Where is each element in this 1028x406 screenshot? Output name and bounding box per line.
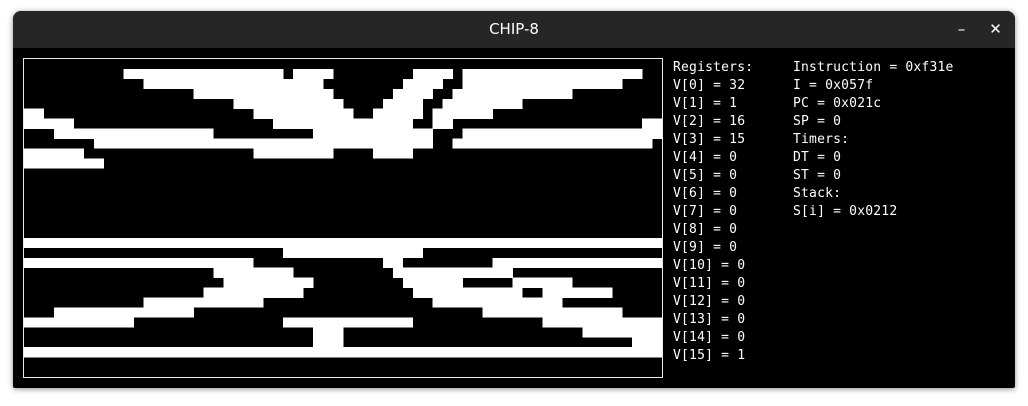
register-v14: V[14] = 0	[673, 330, 746, 345]
timers-heading: Timers:	[793, 132, 850, 147]
pixel-run	[24, 108, 45, 119]
pixel-run	[632, 337, 662, 348]
pixel-run	[53, 128, 214, 139]
close-icon: ✕	[989, 20, 1002, 38]
pixel-run	[542, 317, 662, 328]
pixel-run	[452, 88, 573, 100]
pixel-run	[582, 327, 662, 338]
registers-panel: Registers: V[0] = 32 V[1] = 1 V[2] = 16 …	[673, 59, 753, 365]
pixel-run	[143, 78, 324, 90]
pixel-run	[24, 257, 254, 268]
pixel-run	[392, 88, 434, 100]
pixel-run	[382, 257, 404, 268]
register-v6: V[6] = 0	[673, 186, 738, 201]
pixel-run	[233, 98, 344, 109]
pixel-run	[432, 297, 563, 308]
pixel-run	[283, 317, 414, 328]
pixel-run	[512, 277, 573, 288]
pixel-run	[193, 88, 334, 100]
pixel-run	[432, 118, 453, 129]
registers-heading: Registers:	[673, 60, 754, 75]
register-v4: V[4] = 0	[673, 150, 738, 165]
register-v5: V[5] = 0	[673, 168, 738, 183]
display-frame	[23, 58, 663, 378]
pixel-run	[452, 138, 653, 149]
index-register: I = 0x057f	[793, 78, 874, 93]
pixel-run	[253, 108, 354, 119]
program-counter: PC = 0x021c	[793, 96, 882, 111]
register-v1: V[1] = 1	[673, 96, 738, 111]
register-v11: V[11] = 0	[673, 276, 746, 291]
pixel-run	[313, 327, 344, 338]
sound-timer: ST = 0	[793, 168, 842, 183]
stack-entry: S[i] = 0x0212	[793, 204, 898, 219]
pixel-run	[432, 108, 493, 119]
pixel-run	[402, 277, 463, 288]
pixel-run	[462, 78, 623, 90]
register-v2: V[2] = 16	[673, 114, 746, 129]
pixel-run	[223, 277, 314, 288]
pixel-run	[542, 287, 613, 298]
pixel-run	[24, 118, 75, 129]
minimize-button[interactable]: –	[949, 17, 974, 42]
pixel-run	[313, 128, 434, 139]
pixel-run	[24, 237, 662, 249]
pixel-run	[462, 128, 662, 139]
register-v7: V[7] = 0	[673, 204, 738, 219]
pixel-run	[482, 307, 623, 318]
emulator-window: CHIP-8 – ✕ Registers: V[0] = 32 V[1] = 1…	[13, 11, 1015, 388]
pixel-run	[24, 347, 662, 358]
register-v15: V[15] = 1	[673, 348, 746, 363]
pixel-run	[462, 68, 643, 80]
pixel-run	[492, 257, 662, 268]
register-v9: V[9] = 0	[673, 240, 738, 255]
close-button[interactable]: ✕	[983, 17, 1008, 42]
delay-timer: DT = 0	[793, 150, 842, 165]
pixel-run	[253, 148, 334, 159]
register-v3: V[3] = 15	[673, 132, 746, 147]
pixel-run	[382, 98, 424, 109]
instruction-readout: Instruction = 0xf31e	[793, 60, 954, 75]
register-v13: V[13] = 0	[673, 312, 746, 327]
window-title: CHIP-8	[489, 20, 539, 38]
pixel-run	[24, 148, 85, 159]
pixel-run	[273, 118, 414, 129]
register-v10: V[10] = 0	[673, 258, 746, 273]
pixel-run	[283, 247, 424, 259]
pixel-run	[392, 267, 513, 278]
pixel-run	[412, 68, 453, 80]
pixel-run	[412, 287, 523, 298]
pixel-run	[24, 317, 134, 328]
pixel-run	[402, 78, 443, 90]
pixel-run	[143, 297, 264, 308]
register-v0: V[0] = 32	[673, 78, 746, 93]
pixel-run	[203, 287, 304, 298]
chip8-display	[24, 59, 662, 377]
minimize-icon: –	[957, 20, 966, 38]
pixel-run	[123, 68, 284, 80]
stack-heading: Stack:	[793, 186, 842, 201]
register-v12: V[12] = 0	[673, 294, 746, 309]
pixel-run	[293, 68, 334, 80]
pixel-run	[213, 267, 294, 278]
title-bar[interactable]: CHIP-8 – ✕	[13, 11, 1015, 48]
pixel-run	[442, 98, 523, 109]
state-panel: Instruction = 0xf31e I = 0x057f PC = 0x0…	[793, 59, 954, 221]
pixel-run	[372, 148, 414, 159]
register-v8: V[8] = 0	[673, 222, 738, 237]
pixel-run	[53, 307, 194, 318]
pixel-run	[642, 118, 662, 129]
pixel-run	[24, 158, 105, 169]
stack-pointer: SP = 0	[793, 114, 842, 129]
pixel-run	[372, 108, 424, 119]
pixel-run	[313, 337, 344, 348]
pixel-run	[93, 138, 434, 149]
